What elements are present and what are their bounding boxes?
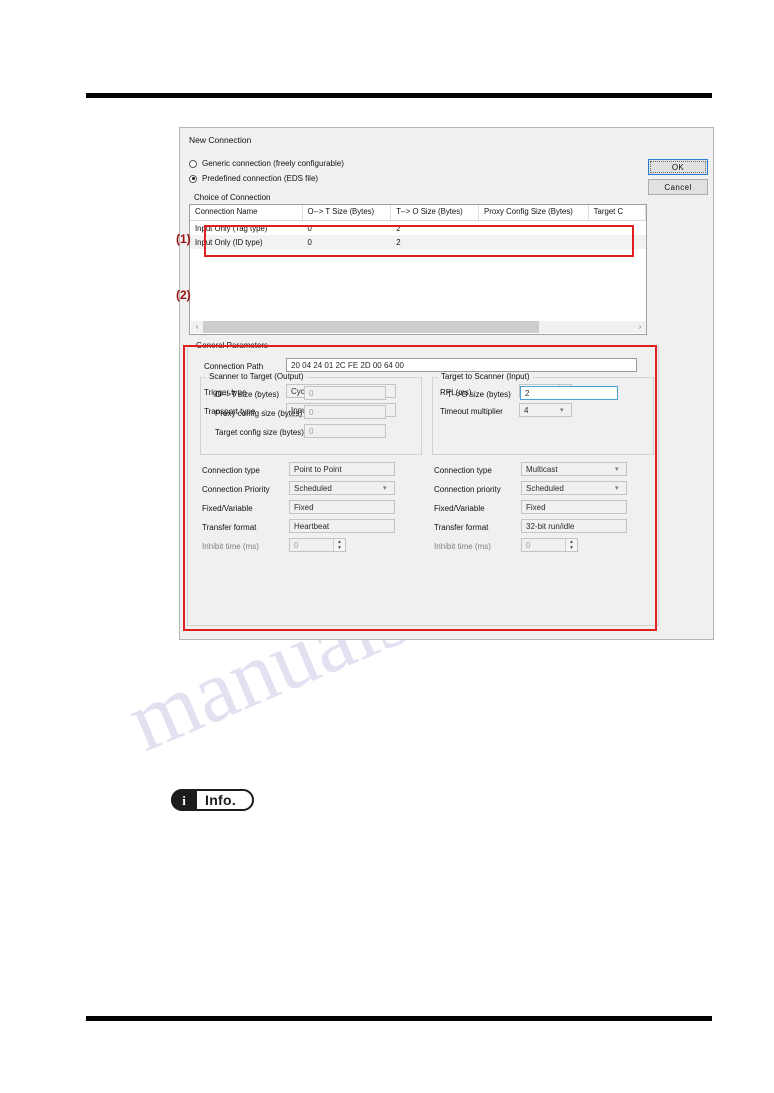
scanner-ot-size-input: 0: [304, 386, 386, 400]
general-parameters-group: General Parameters Connection Path 20 04…: [187, 341, 659, 626]
annotation-marker-1: (1): [176, 232, 191, 246]
scanner-connection-priority-label: Connection Priority: [202, 485, 270, 494]
target-inhibit-time-stepper-buttons: ▲ ▼: [565, 539, 577, 551]
annotation-marker-2: (2): [176, 288, 191, 302]
scanner-fixed-variable-label: Fixed/Variable: [202, 504, 253, 513]
info-callout-label: Info.: [205, 792, 237, 808]
scanner-inhibit-time-stepper-buttons: ▲ ▼: [333, 539, 345, 551]
scrollbar-thumb[interactable]: [203, 321, 540, 333]
chevron-down-icon: ▾: [615, 485, 619, 492]
scrollbar-track[interactable]: [203, 321, 634, 333]
scanner-proxy-config-size-label: Proxy config size (bytes): [215, 409, 303, 418]
radio-generic-connection-label: Generic connection (freely configurable): [202, 159, 344, 168]
choice-of-connection-legend: Choice of Connection: [191, 193, 274, 202]
target-connection-priority-value: Scheduled: [526, 484, 564, 493]
scanner-target-config-size-label: Target config size (bytes): [215, 428, 304, 437]
target-connection-type-label: Connection type: [434, 466, 492, 475]
cancel-button[interactable]: Cancel: [648, 179, 708, 195]
target-inhibit-time-down-icon: ▼: [569, 544, 574, 551]
radio-predefined-connection-icon: [189, 174, 197, 183]
target-inhibit-time-value: 0: [526, 541, 531, 550]
info-callout-badge: i Info.: [171, 789, 255, 811]
scanner-connection-priority-select[interactable]: Scheduled ▾: [289, 481, 395, 495]
scanner-transfer-format-label: Transfer format: [202, 523, 257, 532]
scanner-transfer-format-input: Heartbeat: [289, 519, 395, 533]
scroll-left-arrow-icon[interactable]: ‹: [191, 321, 203, 333]
connection-list-grid[interactable]: Connection Name O--> T Size (Bytes) T-->…: [189, 204, 647, 335]
footer-rule: [86, 1016, 712, 1021]
grid-col-connection-name: Connection Name: [190, 205, 303, 220]
scanner-inhibit-time-down-icon: ▼: [337, 544, 342, 551]
ok-button[interactable]: OK: [648, 159, 708, 175]
cell-connection-name: Input Only (ID type): [195, 237, 263, 247]
ok-button-label: OK: [671, 162, 685, 172]
chevron-down-icon: ▾: [383, 485, 387, 492]
target-fixed-variable-input: Fixed: [521, 500, 627, 514]
grid-col-to-size: T--> O Size (Bytes): [391, 205, 480, 220]
radio-predefined-connection[interactable]: Predefined connection (EDS file): [189, 174, 318, 183]
connection-path-input[interactable]: 20 04 24 01 2C FE 2D 00 64 00: [286, 358, 637, 372]
radio-predefined-connection-label: Predefined connection (EDS file): [202, 174, 319, 183]
scanner-connection-type-label: Connection type: [202, 466, 260, 475]
grid-col-proxy-config-size: Proxy Config Size (Bytes): [479, 205, 589, 220]
scanner-inhibit-time-label: Inhibit time (ms): [202, 542, 259, 551]
connection-path-label: Connection Path: [204, 362, 264, 371]
general-parameters-legend: General Parameters: [193, 341, 272, 350]
cell-ot-size: 0: [307, 237, 312, 247]
grid-col-target-config: Target C: [589, 205, 646, 220]
target-transfer-format-label: Transfer format: [434, 523, 489, 532]
header-rule: [86, 93, 712, 98]
grid-col-ot-size: O--> T Size (Bytes): [303, 205, 392, 220]
scanner-to-target-group: Scanner to Target (Output) O-->T size (b…: [200, 372, 422, 455]
radio-generic-connection[interactable]: Generic connection (freely configurable): [189, 159, 344, 168]
grid-header-row: Connection Name O--> T Size (Bytes) T-->…: [190, 205, 646, 221]
target-transfer-format-input: 32-bit run/idle: [521, 519, 627, 533]
target-to-scanner-group: Target to Scanner (Input) T-->O size (by…: [432, 372, 654, 455]
cell-ot-size: 0: [307, 223, 312, 233]
scanner-to-target-legend: Scanner to Target (Output): [206, 372, 307, 381]
cancel-button-label: Cancel: [664, 182, 692, 192]
dialog-title: New Connection: [189, 135, 252, 145]
scanner-connection-type-input: Point to Point: [289, 462, 395, 476]
target-to-size-label: T-->O size (bytes): [447, 390, 511, 399]
scanner-proxy-config-size-input: 0: [304, 405, 386, 419]
target-connection-type-value: Multicast: [526, 465, 558, 474]
info-icon-glyph: i: [182, 792, 186, 808]
new-connection-dialog: New Connection Generic connection (freel…: [179, 127, 714, 640]
scroll-right-arrow-icon[interactable]: ›: [634, 321, 646, 333]
target-connection-priority-select[interactable]: Scheduled ▾: [521, 481, 627, 495]
cell-connection-name: Input Only (Tag type): [195, 223, 268, 233]
chevron-down-icon: ▾: [615, 466, 619, 473]
target-connection-type-select[interactable]: Multicast ▾: [521, 462, 627, 476]
grid-horizontal-scrollbar[interactable]: ‹ ›: [191, 321, 646, 333]
scanner-connection-priority-value: Scheduled: [294, 484, 332, 493]
scanner-target-config-size-input: 0: [304, 424, 386, 438]
target-inhibit-time-stepper: 0 ▲ ▼: [521, 538, 578, 552]
scanner-ot-size-label: O-->T size (bytes): [215, 390, 280, 399]
target-fixed-variable-label: Fixed/Variable: [434, 504, 485, 513]
target-to-size-input[interactable]: 2: [520, 386, 618, 400]
target-to-scanner-legend: Target to Scanner (Input): [438, 372, 533, 381]
radio-generic-connection-icon: [189, 159, 197, 168]
scanner-inhibit-time-value: 0: [294, 541, 299, 550]
cell-to-size: 2: [396, 223, 401, 233]
info-icon: i: [171, 789, 197, 811]
table-row[interactable]: Input Only (Tag type) 0 2: [190, 221, 646, 235]
target-inhibit-time-label: Inhibit time (ms): [434, 542, 491, 551]
target-connection-priority-label: Connection priority: [434, 485, 501, 494]
table-row[interactable]: Input Only (ID type) 0 2: [190, 235, 646, 249]
cell-to-size: 2: [396, 237, 401, 247]
scanner-fixed-variable-input: Fixed: [289, 500, 395, 514]
scanner-inhibit-time-stepper: 0 ▲ ▼: [289, 538, 346, 552]
